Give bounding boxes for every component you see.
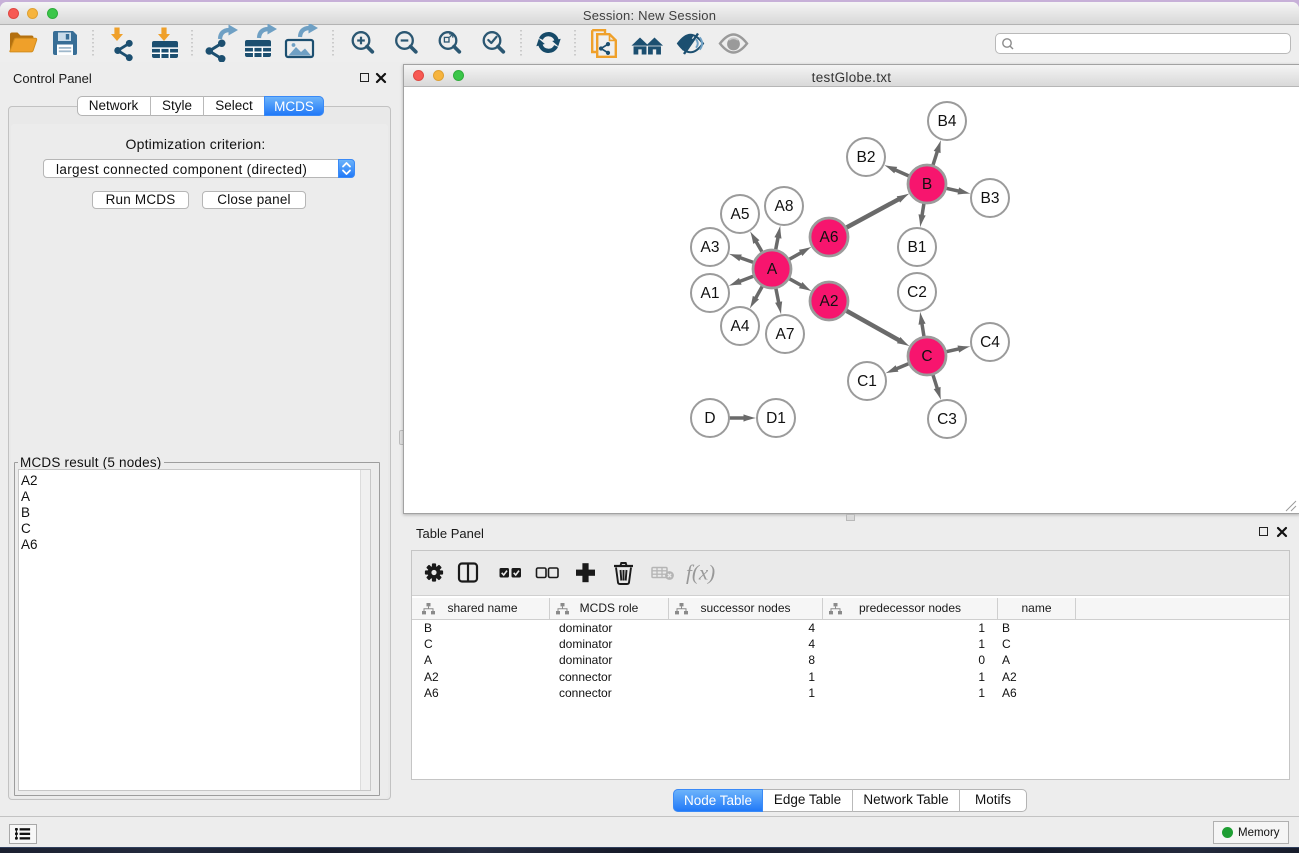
svg-text:C2: C2 (907, 284, 927, 301)
svg-text:A3: A3 (701, 239, 720, 256)
svg-text:B: B (922, 176, 932, 193)
svg-text:C3: C3 (937, 411, 957, 428)
svg-text:B4: B4 (938, 113, 957, 130)
svg-text:D1: D1 (766, 410, 786, 427)
svg-text:C4: C4 (980, 334, 1000, 351)
svg-text:A2: A2 (820, 293, 839, 310)
svg-text:A: A (767, 261, 778, 278)
svg-text:B2: B2 (857, 149, 876, 166)
svg-text:B3: B3 (981, 190, 1000, 207)
svg-text:f(x): f(x) (686, 561, 715, 585)
svg-text:A5: A5 (731, 206, 750, 223)
svg-text:A4: A4 (731, 318, 750, 335)
svg-text:C: C (921, 348, 932, 365)
svg-text:D: D (704, 410, 715, 427)
svg-text:A8: A8 (775, 198, 794, 215)
svg-text:A7: A7 (776, 326, 795, 343)
svg-text:A6: A6 (820, 229, 839, 246)
svg-text:A1: A1 (701, 285, 720, 302)
svg-text:C1: C1 (857, 373, 877, 390)
svg-text:B1: B1 (908, 239, 927, 256)
